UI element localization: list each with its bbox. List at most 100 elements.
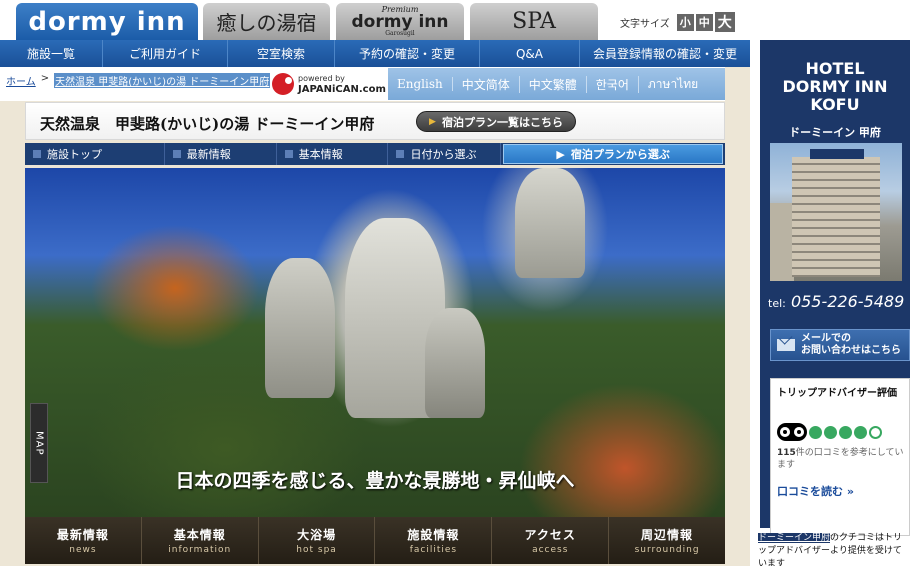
map-tab-label: MAP (33, 430, 45, 456)
sub-nav-news[interactable]: 最新情報 (165, 143, 277, 165)
review-count-text: 件の口コミを参考にしています (777, 448, 904, 470)
main-nav-qa[interactable]: Q&A (480, 40, 580, 67)
hero-image-shosenkyo: MAP 日本の四季を感じる、豊かな景勝地・昇仙峡へ (25, 168, 725, 517)
sub-nav-by-plan[interactable]: ▶ 宿泊プランから選ぶ (503, 144, 723, 164)
bottom-nav-surrounding-en: surrounding (634, 545, 700, 555)
breadcrumb-row: ホーム > 天然温泉 甲斐路(かいじ)の湯 ドーミーイン甲府 powered b… (0, 67, 725, 101)
tab-dormy-inn[interactable]: dormy inn (16, 3, 198, 40)
tripadvisor-owl-icon (777, 423, 807, 441)
lang-english[interactable]: English (388, 77, 453, 91)
hotel-name-jp: ドーミーイン 甲府 (789, 126, 881, 139)
tripadvisor-widget: トリップアドバイザー評価 115件の口コミを参考にしています 口コミを読む » (770, 378, 910, 536)
main-nav-reservation-check[interactable]: 予約の確認・変更 (335, 40, 480, 67)
tab-iyashi-no-yuyado[interactable]: 癒しの湯宿 (203, 3, 330, 40)
tripadvisor-footnote: ドーミーイン甲府のクチコミはトリップアドバイザーより提供を受けています (758, 532, 910, 566)
mail-inquiry-line2: お問い合わせはこちら (801, 345, 901, 356)
tab-dormy-inn-premium[interactable]: Premium dormy inn Garosugil (336, 3, 464, 40)
bottom-nav-hot-spa-jp: 大浴場 (297, 528, 337, 542)
hotel-name: HOTEL DORMY INN KOFU (760, 60, 910, 114)
main-nav-vacancy-search[interactable]: 空室検索 (228, 40, 335, 67)
sub-nav-basic-info-label: 基本情報 (298, 148, 343, 161)
right-sidebar: HOTEL DORMY INN KOFU ドーミーイン 甲府 tel: 055-… (750, 0, 910, 566)
sub-nav-facility-top[interactable]: 施設トップ (25, 143, 165, 165)
footnote-hotel-link[interactable]: ドーミーイン甲府 (758, 533, 831, 543)
side-building (770, 203, 794, 281)
bottom-nav-hot-spa[interactable]: 大浴場 hot spa (259, 517, 376, 564)
breadcrumb-home-link[interactable]: ホーム (6, 73, 36, 88)
bottom-nav-facilities-en: facilities (409, 545, 458, 555)
sub-nav-basic-info[interactable]: 基本情報 (277, 143, 389, 165)
hotel-building (792, 157, 880, 277)
rock-peak (425, 308, 485, 418)
hotel-info-box: HOTEL DORMY INN KOFU ドーミーイン 甲府 tel: 055-… (760, 40, 910, 536)
bottom-nav-hot-spa-en: hot spa (296, 545, 337, 555)
mail-inquiry-button[interactable]: メールでの お問い合わせはこちら (770, 329, 910, 361)
tab-spa[interactable]: SPA (470, 3, 598, 40)
font-size-large-button[interactable]: 大 (714, 12, 735, 32)
main-nav-facility-list[interactable]: 施設一覧 (0, 40, 103, 67)
lang-korean[interactable]: 한국어 (587, 75, 639, 93)
japanican-name: JAPANiCAN.com (298, 83, 386, 95)
sub-nav-news-label: 最新情報 (186, 148, 231, 161)
language-bar: English 中文简体 中文繁體 한국어 ภาษาไทย (388, 68, 725, 100)
read-reviews-link[interactable]: 口コミを読む » (777, 483, 854, 499)
rock-peak (265, 258, 335, 398)
lang-chinese-simplified[interactable]: 中文简体 (453, 75, 520, 93)
sub-nav-by-plan-label: 宿泊プランから選ぶ (570, 148, 670, 161)
premium-sub-label: Garosugil (385, 30, 415, 37)
rating-bubble-empty-icon (869, 425, 882, 439)
brand-tab-bar: dormy inn 癒しの湯宿 Premium dormy inn Garosu… (0, 0, 750, 40)
lang-thai[interactable]: ภาษาไทย (639, 75, 707, 94)
bottom-nav-surrounding-jp: 周辺情報 (641, 528, 694, 542)
main-nav-guide[interactable]: ご利用ガイド (103, 40, 228, 67)
plan-list-button[interactable]: ▶ 宿泊プラン一覧はこちら (416, 111, 576, 132)
lang-chinese-traditional[interactable]: 中文繁體 (520, 75, 587, 93)
main-nav-member-info[interactable]: 会員登録情報の確認・変更 (580, 40, 750, 67)
bottom-nav-news[interactable]: 最新情報 news (25, 517, 142, 564)
font-size-small-button[interactable]: 小 (676, 13, 694, 31)
bottom-nav-access-jp: アクセス (524, 528, 576, 542)
title-bar: 天然温泉 甲斐路(かいじ)の湯 ドーミーイン甲府 ▶ 宿泊プラン一覧はこちら (25, 102, 725, 140)
mail-inquiry-text: メールでの お問い合わせはこちら (801, 333, 901, 357)
hotel-name-line3: KOFU (810, 95, 860, 114)
bottom-nav: 最新情報 news 基本情報 information 大浴場 hot spa 施設情報… (25, 517, 725, 564)
rock-peak (515, 168, 585, 278)
bottom-nav-news-en: news (69, 545, 97, 555)
bottom-nav-facilities[interactable]: 施設情報 facilities (375, 517, 493, 564)
sub-nav-by-date[interactable]: 日付から選ぶ (388, 143, 502, 165)
breadcrumb-current-link[interactable]: 天然温泉 甲斐路(かいじ)の湯 ドーミーイン甲府 (54, 73, 271, 88)
hero-caption: 日本の四季を感じる、豊かな景勝地・昇仙峡へ (175, 470, 575, 492)
bullet-square-icon (172, 150, 181, 158)
breadcrumb-separator: > (40, 73, 50, 84)
play-triangle-icon: ▶ (556, 147, 565, 161)
bottom-nav-information-jp: 基本情報 (173, 528, 226, 542)
hotel-name-line1: HOTEL (805, 59, 865, 78)
bottom-nav-access[interactable]: アクセス access (492, 517, 610, 564)
tab-spa-label: SPA (512, 9, 556, 34)
mail-inquiry-line1: メールでの (801, 333, 851, 344)
bottom-nav-news-jp: 最新情報 (56, 528, 109, 542)
bullet-square-icon (284, 150, 293, 158)
review-count: 115 (777, 448, 796, 458)
rating-bubble-icon (809, 425, 822, 439)
hotel-phone: tel: 055-226-5489 (768, 292, 904, 311)
tripadvisor-title: トリップアドバイザー評価 (777, 388, 897, 399)
rating-bubble-icon (824, 425, 837, 439)
breadcrumb: ホーム > 天然温泉 甲斐路(かいじ)の湯 ドーミーイン甲府 (6, 73, 271, 88)
bullet-square-icon (396, 150, 405, 158)
japanican-icon (272, 72, 294, 95)
dormy-inn-logo: dormy inn (28, 6, 186, 37)
main-nav: 施設一覧 ご利用ガイド 空室検索 予約の確認・変更 Q&A 会員登録情報の確認・… (0, 40, 750, 67)
tripadvisor-review-count: 115件の口コミを参考にしています (777, 447, 907, 471)
japanican-logo[interactable]: powered by JAPANiCAN.com (272, 70, 386, 97)
font-size-label: 文字サイズ (620, 18, 670, 30)
font-size-medium-button[interactable]: 中 (695, 13, 713, 31)
bottom-nav-facilities-jp: 施設情報 (407, 528, 460, 542)
sub-nav: 施設トップ 最新情報 基本情報 日付から選ぶ ▶ 宿泊プランから選ぶ (25, 143, 725, 165)
bottom-nav-surrounding[interactable]: 周辺情報 surrounding (609, 517, 725, 564)
tab-iyashi-label: 癒しの湯宿 (216, 11, 317, 35)
bottom-nav-information[interactable]: 基本情報 information (142, 517, 259, 564)
sub-nav-by-date-label: 日付から選ぶ (410, 148, 477, 161)
bottom-nav-access-en: access (532, 545, 569, 555)
envelope-icon (777, 339, 795, 351)
